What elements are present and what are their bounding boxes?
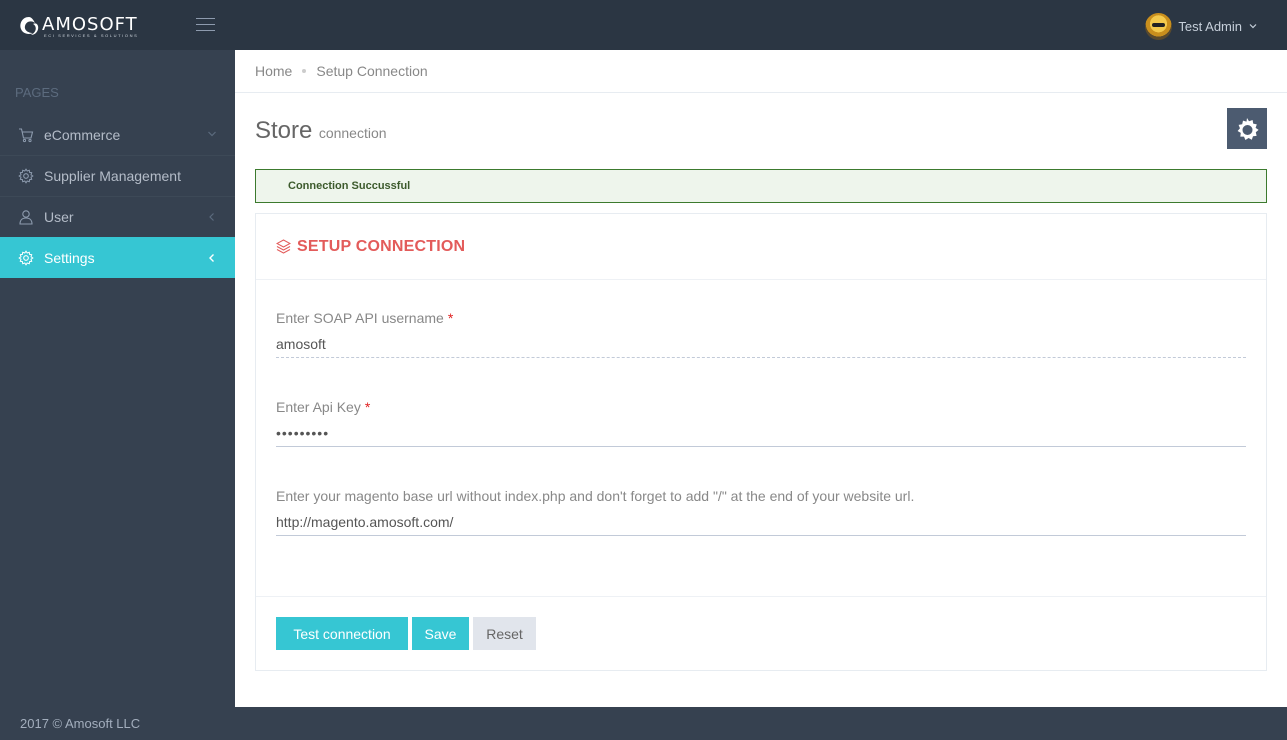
cart-icon <box>19 127 34 142</box>
field-label-text: Enter Api Key <box>276 399 361 415</box>
footer-copyright: 2017 © Amosoft LLC <box>20 716 141 731</box>
chevron-down-icon <box>208 131 216 137</box>
top-header: AMOSOFT ECI SERVICES & SOLUTIONS Test Ad… <box>0 0 1287 50</box>
layers-icon <box>276 239 291 254</box>
soap-username-label: Enter SOAP API username * <box>276 310 1246 330</box>
sidebar-item-label: User <box>44 209 74 225</box>
soap-username-input[interactable] <box>276 330 1246 358</box>
logo-subtext: ECI SERVICES & SOLUTIONS <box>44 33 139 38</box>
main-content: Home Setup Connection Store connection C… <box>235 50 1287 707</box>
sidebar-item-user[interactable]: User <box>0 196 235 237</box>
sidebar-item-ecommerce[interactable]: eCommerce <box>0 114 235 155</box>
user-icon <box>19 210 33 225</box>
sidebar-item-label: eCommerce <box>44 126 121 143</box>
logo[interactable]: AMOSOFT ECI SERVICES & SOLUTIONS <box>18 12 148 40</box>
base-url-label: Enter your magento base url without inde… <box>276 488 915 504</box>
hamburger-line <box>196 30 215 31</box>
sidebar-item-settings[interactable]: Settings <box>0 237 235 278</box>
gear-icon <box>18 168 34 184</box>
form-actions: Test connection Save Reset <box>256 596 1266 670</box>
logo-text: AMOSOFT <box>42 14 138 35</box>
setup-connection-panel: SETUP CONNECTION Enter SOAP API username… <box>255 213 1267 671</box>
sidebar-heading: PAGES <box>15 85 59 100</box>
breadcrumb: Home Setup Connection <box>235 50 1287 93</box>
alert-message: Connection Succussful <box>288 180 411 192</box>
menu-toggle-button[interactable] <box>196 18 215 32</box>
breadcrumb-current: Setup Connection <box>316 63 428 79</box>
api-key-label: Enter Api Key * <box>276 399 1246 419</box>
logo-mark-icon <box>20 17 39 35</box>
sidebar-item-supplier-management[interactable]: Supplier Management <box>0 155 235 196</box>
soap-username-group: Enter SOAP API username * <box>276 310 1246 358</box>
base-url-group: Enter your magento base url without inde… <box>276 488 1246 536</box>
chevron-left-icon <box>209 213 214 221</box>
page-title: Store connection <box>255 117 387 145</box>
panel-title-text: SETUP CONNECTION <box>297 237 466 255</box>
gear-icon <box>1237 117 1259 140</box>
page-title-main: Store <box>255 117 313 144</box>
required-marker: * <box>447 310 454 326</box>
base-url-input[interactable] <box>276 508 1246 536</box>
sidebar-item-label: Settings <box>44 250 95 266</box>
field-label-text: Enter SOAP API username <box>276 310 444 326</box>
sidebar-menu: eCommerce Supplier Management User Setti… <box>0 114 235 278</box>
api-key-group: Enter Api Key * <box>276 399 1246 447</box>
user-name: Test Admin <box>1178 18 1242 34</box>
settings-button[interactable] <box>1227 108 1267 149</box>
chevron-left-icon <box>209 254 214 262</box>
avatar <box>1145 12 1173 40</box>
required-marker: * <box>364 399 371 415</box>
gear-icon <box>18 250 34 266</box>
breadcrumb-home-link[interactable]: Home <box>255 63 292 79</box>
sidebar-item-label: Supplier Management <box>44 168 181 184</box>
hamburger-line <box>196 24 215 25</box>
sidebar: PAGES eCommerce Supplier Management User… <box>0 50 235 707</box>
panel-title: SETUP CONNECTION <box>256 214 1266 280</box>
save-button[interactable]: Save <box>412 617 469 650</box>
chevron-down-icon <box>1249 24 1257 29</box>
page-title-sub: connection <box>318 125 387 141</box>
api-key-input[interactable] <box>276 419 1246 447</box>
success-alert: Connection Succussful <box>255 169 1267 203</box>
reset-button[interactable]: Reset <box>473 617 536 650</box>
breadcrumb-separator <box>302 69 307 73</box>
test-connection-button[interactable]: Test connection <box>276 617 408 650</box>
hamburger-icon <box>196 18 215 19</box>
user-menu[interactable]: Test Admin <box>1145 12 1257 40</box>
